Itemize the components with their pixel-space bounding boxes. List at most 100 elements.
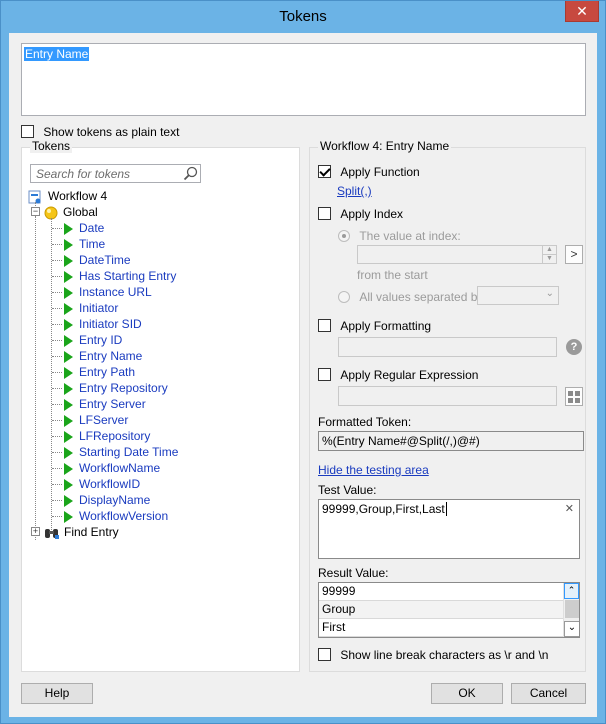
global-collapse-toggle[interactable]: − — [31, 207, 40, 216]
search-placeholder: Search for tokens — [36, 167, 131, 181]
token-arrow-icon — [64, 270, 73, 283]
help-icon[interactable]: ? — [566, 339, 582, 355]
token-item[interactable]: LFServer — [64, 412, 128, 428]
tokens-dialog: Tokens ✕ Entry Name Show tokens as plain… — [0, 0, 606, 724]
token-item[interactable]: Entry Path — [64, 364, 135, 380]
chevron-down-icon: ⌄ — [545, 288, 554, 299]
token-item-label: Entry Name — [79, 349, 143, 363]
value-at-index-radio — [338, 229, 350, 242]
show-plain-text-checkbox[interactable] — [21, 125, 34, 139]
tree-line — [52, 468, 62, 469]
title-bar: Tokens ✕ — [1, 1, 605, 33]
apply-regex-row[interactable]: Apply Regular Expression — [318, 367, 478, 382]
token-arrow-icon — [64, 430, 73, 443]
search-icon[interactable] — [183, 166, 198, 181]
apply-function-label: Apply Function — [340, 164, 420, 179]
result-row[interactable]: Group — [319, 601, 563, 619]
token-arrow-icon — [64, 478, 73, 491]
token-item[interactable]: Date — [64, 220, 104, 236]
index-spinner: ▲ ▼ — [357, 245, 557, 264]
result-value-list[interactable]: 99999 Group First ⌃ ⌄ — [318, 582, 580, 638]
tree-line — [52, 516, 62, 517]
separator-select: ⌄ — [477, 286, 559, 305]
window-title: Tokens — [279, 8, 327, 25]
tree-root-workflow[interactable]: Workflow 4 — [28, 188, 107, 204]
apply-formatting-row[interactable]: Apply Formatting — [318, 318, 431, 333]
tree-line — [52, 260, 62, 261]
show-line-breaks-row[interactable]: Show line break characters as \r and \n — [318, 647, 548, 662]
apply-function-checkbox[interactable] — [318, 165, 331, 179]
token-item[interactable]: Starting Date Time — [64, 444, 178, 460]
token-item[interactable]: WorkflowName — [64, 460, 160, 476]
scroll-down-icon[interactable]: ⌄ — [564, 621, 579, 637]
token-item[interactable]: Has Starting Entry — [64, 268, 176, 284]
token-item[interactable]: DisplayName — [64, 492, 150, 508]
regex-input — [338, 386, 557, 406]
token-arrow-icon — [64, 414, 73, 427]
ok-button[interactable]: OK — [431, 683, 503, 704]
tree-line — [52, 388, 62, 389]
apply-formatting-checkbox[interactable] — [318, 319, 331, 333]
all-values-label: All values separated by: — [359, 289, 487, 304]
token-item[interactable]: Time — [64, 236, 105, 252]
token-arrow-icon — [64, 446, 73, 459]
result-row[interactable]: First — [319, 619, 563, 637]
token-arrow-icon — [64, 350, 73, 363]
help-button[interactable]: Help — [21, 683, 93, 704]
token-item[interactable]: Initiator — [64, 300, 118, 316]
token-item-label: Has Starting Entry — [79, 269, 177, 283]
token-item-label: Entry Server — [79, 397, 146, 411]
tree-line — [52, 324, 62, 325]
apply-function-row[interactable]: Apply Function — [318, 164, 420, 179]
function-link[interactable]: Split(,) — [337, 184, 372, 198]
apply-index-row[interactable]: Apply Index — [318, 206, 403, 221]
regex-builder-button[interactable] — [565, 387, 583, 406]
token-item[interactable]: Entry Name — [64, 348, 142, 364]
search-input[interactable]: Search for tokens — [30, 164, 201, 183]
token-arrow-icon — [64, 494, 73, 507]
clear-icon[interactable]: ✕ — [565, 502, 574, 515]
show-line-breaks-label: Show line break characters as \r and \n — [340, 647, 549, 662]
result-row[interactable]: 99999 — [319, 583, 563, 601]
token-item[interactable]: WorkflowVersion — [64, 508, 168, 524]
token-item[interactable]: LFRepository — [64, 428, 150, 444]
token-text-area[interactable]: Entry Name — [21, 43, 586, 116]
token-item-label: WorkflowVersion — [79, 509, 169, 523]
token-item[interactable]: DateTime — [64, 252, 131, 268]
result-scrollbar[interactable]: ⌃ ⌄ — [563, 583, 579, 637]
tree-global[interactable]: Global — [44, 204, 98, 220]
apply-regex-checkbox[interactable] — [318, 368, 331, 382]
token-item-label: LFServer — [79, 413, 129, 427]
hide-testing-link[interactable]: Hide the testing area — [318, 463, 429, 477]
tree-line — [52, 404, 62, 405]
tree-line — [52, 356, 62, 357]
token-item[interactable]: WorkflowID — [64, 476, 140, 492]
token-item[interactable]: Initiator SID — [64, 316, 142, 332]
token-arrow-icon — [64, 302, 73, 315]
token-item[interactable]: Entry Repository — [64, 380, 168, 396]
token-item[interactable]: Entry Server — [64, 396, 146, 412]
apply-index-checkbox[interactable] — [318, 207, 331, 221]
tree-find-entry-label: Find Entry — [64, 525, 119, 539]
test-value-input[interactable]: 99999,Group,First,Last ✕ — [318, 499, 580, 559]
show-plain-text-row[interactable]: Show tokens as plain text — [21, 124, 179, 139]
dialog-client: Entry Name Show tokens as plain text Tok… — [9, 33, 597, 717]
find-entry-expand-toggle[interactable]: + — [31, 527, 40, 536]
formatted-token-field[interactable]: %(Entry Name#@Split(/,)@#) — [318, 431, 584, 451]
tree-line — [52, 340, 62, 341]
show-line-breaks-checkbox[interactable] — [318, 648, 331, 662]
token-text: Entry Name — [24, 47, 90, 61]
close-button[interactable]: ✕ — [565, 1, 599, 22]
scroll-thumb[interactable] — [565, 600, 579, 618]
cancel-button[interactable]: Cancel — [511, 683, 586, 704]
tree-find-entry[interactable]: Find Entry — [44, 524, 119, 540]
token-arrow-icon — [64, 286, 73, 299]
token-item-label: DisplayName — [79, 493, 151, 507]
token-options-title: Workflow 4: Entry Name — [318, 139, 452, 153]
from-the-start-label: from the start — [357, 268, 428, 282]
token-item[interactable]: Instance URL — [64, 284, 152, 300]
token-item[interactable]: Entry ID — [64, 332, 122, 348]
grid-icon — [568, 391, 580, 403]
scroll-up-icon[interactable]: ⌃ — [564, 583, 579, 599]
token-arrow-icon — [64, 334, 73, 347]
